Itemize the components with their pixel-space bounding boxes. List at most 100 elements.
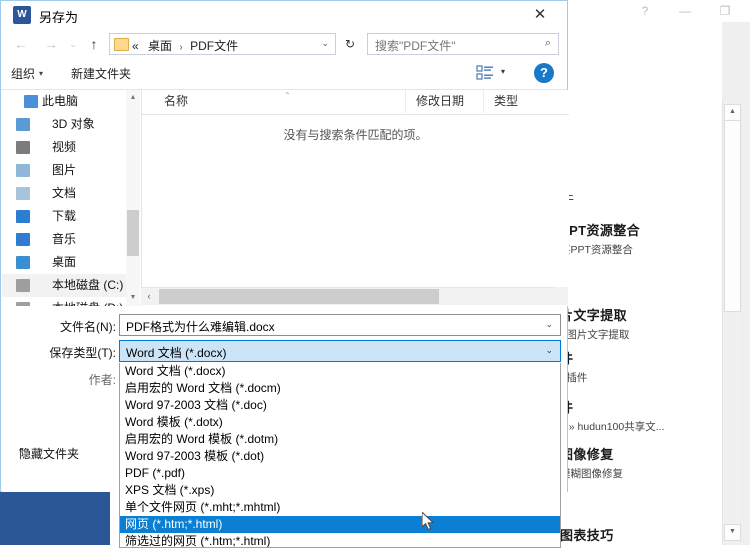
column-header-name[interactable]: 名称 [154, 90, 406, 113]
scroll-up-icon[interactable]: ▲ [724, 104, 741, 121]
doc-entry-share: 件 9 » hudun100共享文... [560, 397, 730, 434]
refresh-icon[interactable]: ↻ [339, 33, 361, 55]
dropdown-option-0[interactable]: Word 文档 (*.docx) [120, 363, 560, 380]
recent-locations-chevron-down-icon[interactable]: ⌄ [65, 32, 81, 56]
sidebar-item-2[interactable]: 视频 [2, 136, 140, 159]
search-icon[interactable]: ⌕ [545, 37, 551, 50]
save-as-type-dropdown-list[interactable]: Word 文档 (*.docx) 启用宏的 Word 文档 (*.docm) Wor… [119, 363, 561, 548]
videos-icon [16, 141, 30, 154]
drive-icon [16, 279, 30, 292]
dialog-title: 另存为 [39, 10, 79, 25]
dropdown-option-4[interactable]: 启用宏的 Word 模板 (*.dotm) [120, 431, 560, 448]
command-bar: 组织 ▾ 新建文件夹 ▾ ? [1, 59, 567, 90]
sidebar-item-5[interactable]: 下载 [2, 205, 140, 228]
scroll-down-icon[interactable]: ▼ [126, 290, 140, 306]
dropdown-option-9[interactable]: 网页 (*.htm;*.html) [120, 516, 560, 533]
chevron-down-icon[interactable]: ⌄ [545, 319, 553, 330]
restore-icon: ❐ [719, 4, 731, 18]
navigation-pane-scrollbar[interactable]: ▲ ▼ [126, 90, 140, 306]
organize-label: 组织 [11, 67, 36, 81]
file-name-value: PDF格式为什么难编辑.docx [126, 320, 275, 334]
word-vertical-scrollbar[interactable]: ▲ ▼ [722, 100, 741, 545]
folder-icon [114, 38, 129, 51]
up-one-level-icon[interactable]: ↑ [83, 32, 105, 56]
view-chevron-down-icon[interactable]: ▾ [501, 67, 505, 76]
dropdown-option-8[interactable]: 单个文件网页 (*.mht;*.mhtml) [120, 499, 560, 516]
doc-entry-ppt: PPT资源整合 买PPT资源整合 [560, 220, 730, 257]
word-page: 牛 PPT资源整合 买PPT资源整合 片文字提取 F图片文字提取 件 T插件 件… [560, 22, 722, 545]
breadcrumb-item-pdf-folder[interactable]: PDF文件 [190, 39, 238, 53]
search-placeholder: 搜索"PDF文件" [375, 39, 456, 53]
sidebar-item-9[interactable]: 本地磁盘 (D:) [2, 297, 140, 306]
sidebar-item-7[interactable]: 桌面 [2, 251, 140, 274]
chevron-down-icon[interactable]: ⌄ [321, 38, 329, 49]
dialog-titlebar: W 另存为 ✕ [1, 1, 567, 30]
sidebar-item-label: 视频 [52, 140, 77, 154]
sidebar-item-3[interactable]: 图片 [2, 159, 140, 182]
chevron-down-icon[interactable]: ⌄ [545, 345, 553, 356]
search-input[interactable]: 搜索"PDF文件" ⌕ [367, 33, 559, 55]
file-name-label: 文件名(N): [60, 320, 116, 334]
breadcrumb-item-desktop[interactable]: 桌面 [142, 39, 172, 53]
help-button[interactable]: ? [534, 63, 554, 83]
forward-icon[interactable]: → [39, 32, 63, 56]
dropdown-option-7[interactable]: XPS 文档 (*.xps) [120, 482, 560, 499]
list-view-icon[interactable] [476, 64, 496, 82]
dropdown-option-2[interactable]: Word 97-2003 文档 (*.doc) [120, 397, 560, 414]
author-label: 作者: [88, 373, 116, 387]
sort-indicator-icon: ⌃ [284, 91, 291, 100]
scrollbar-thumb[interactable] [724, 120, 741, 312]
breadcrumb: « 桌面 › PDF文件 [132, 37, 238, 54]
dropdown-option-3[interactable]: Word 模板 (*.dotx) [120, 414, 560, 431]
documents-icon [16, 187, 30, 200]
word-restore-button[interactable]: ❐ [710, 2, 740, 20]
scroll-up-icon[interactable]: ▲ [126, 90, 140, 106]
hide-folders-button[interactable]: 隐藏文件夹 [19, 445, 129, 462]
dropdown-option-5[interactable]: Word 97-2003 模板 (*.dot) [120, 448, 560, 465]
sidebar-item-8[interactable]: 本地磁盘 (C:) [2, 274, 140, 297]
word-app-icon: W [13, 6, 31, 24]
navigation-pane: 此电脑 3D 对象视频图片文档下载音乐桌面本地磁盘 (C:) 本地磁盘 (D:) [2, 90, 140, 306]
sidebar-item-6[interactable]: 音乐 [2, 228, 140, 251]
column-header-date-modified[interactable]: 修改日期 [406, 90, 484, 113]
column-header-type[interactable]: 类型 [484, 90, 556, 113]
word-help-button[interactable]: ? [630, 2, 660, 20]
doc-entry-subtitle: 买PPT资源整合 [560, 244, 633, 256]
scrollbar-thumb[interactable] [159, 289, 439, 304]
organize-button[interactable]: 组织 ▾ [11, 65, 43, 82]
sidebar-item-0[interactable]: 此电脑 [2, 90, 140, 113]
file-list-pane: 名称 ⌃ 修改日期 类型 没有与搜索条件匹配的项。 [141, 90, 569, 306]
sidebar-item-1[interactable]: 3D 对象 [2, 113, 140, 136]
empty-folder-message: 没有与搜索条件匹配的项。 [283, 128, 428, 142]
back-icon[interactable]: ← [9, 32, 33, 56]
file-list-horizontal-scrollbar[interactable]: ‹ › [141, 287, 568, 305]
doc-entry-title: 图表技巧 [560, 528, 614, 543]
doc-entry-subtitle: F图片文字提取 [560, 329, 630, 341]
file-name-input[interactable]: PDF格式为什么难编辑.docx ⌄ [119, 314, 561, 336]
mouse-cursor [421, 510, 436, 535]
close-icon[interactable]: ✕ [519, 2, 561, 28]
sidebar-item-label: 文档 [52, 186, 77, 200]
scrollbar-thumb[interactable] [127, 210, 139, 256]
new-folder-button[interactable]: 新建文件夹 [71, 65, 131, 82]
dropdown-option-1[interactable]: 启用宏的 Word 文档 (*.docm) [120, 380, 560, 397]
navigation-bar: ← → ⌄ ↑ « 桌面 › PDF文件 ⌄ ↻ 搜索"PDF文件" ⌕ [1, 30, 567, 59]
question-mark-icon: ? [641, 4, 649, 18]
doc-entry-title: 片文字提取 [560, 308, 628, 323]
scroll-down-icon[interactable]: ▼ [724, 524, 741, 541]
breadcrumb-separator: › [179, 42, 183, 53]
doc-entry-chart-tips: 图表技巧 [560, 525, 730, 544]
sidebar-item-label: 此电脑 [42, 94, 79, 108]
breadcrumb-prefix: « [132, 39, 139, 53]
scroll-left-icon[interactable]: ‹ [141, 288, 157, 305]
address-bar[interactable]: « 桌面 › PDF文件 ⌄ [109, 33, 336, 55]
computer-icon [24, 95, 38, 108]
word-minimize-button[interactable]: — [670, 2, 700, 20]
doc-entry-subtitle: T插件 [560, 372, 588, 384]
doc-entry-plugin: 件 T插件 [560, 348, 730, 385]
sidebar-item-4[interactable]: 文档 [2, 182, 140, 205]
dropdown-option-10[interactable]: 筛选过的网页 (*.htm;*.html) [120, 533, 560, 547]
doc-entry-title: 件 [560, 348, 730, 367]
dropdown-option-6[interactable]: PDF (*.pdf) [120, 465, 560, 482]
save-as-type-select[interactable]: Word 文档 (*.docx) ⌄ [119, 340, 561, 362]
